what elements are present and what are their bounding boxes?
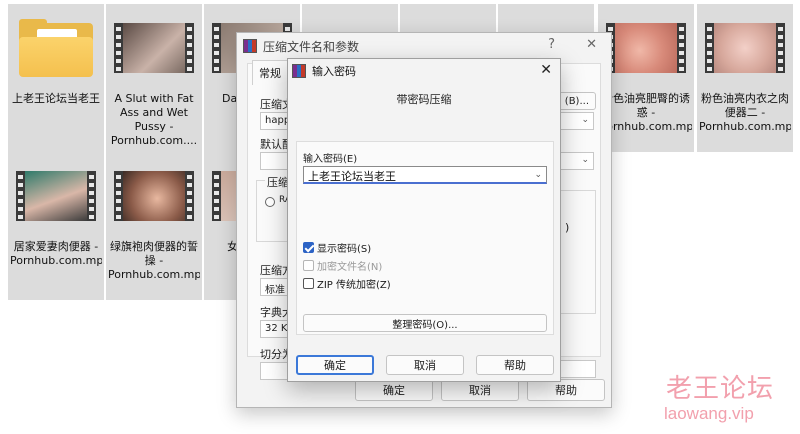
dialog-title: 输入密码 [312, 65, 356, 78]
zip-legacy-label: ZIP 传统加密(Z) [317, 280, 391, 291]
dialog-subtitle: 带密码压缩 [396, 93, 452, 106]
organize-passwords-button[interactable]: 整理密码(O)... [303, 314, 547, 332]
folder-icon [15, 14, 97, 82]
winrar-icon [292, 64, 306, 78]
password-label: 输入密码(E) [303, 154, 358, 165]
video-thumbnail [113, 162, 195, 230]
archive-name-dropdown[interactable]: ⌄ [560, 112, 594, 130]
show-password-label: 显示密码(S) [317, 244, 372, 255]
file-caption: 居家爱妻肉便器 - Pornhub.com.mp4 [10, 240, 102, 267]
zip-legacy-checkbox[interactable]: ZIP 传统加密(Z) [303, 276, 391, 291]
video-file-tile[interactable]: 粉色油亮内衣之肉便器二 - Pornhub.com.mp4 [697, 4, 793, 152]
file-caption: 上老王论坛当老王 [12, 92, 100, 105]
file-caption: A Slut with Fat Ass and Wet Pussy - Porn… [110, 92, 198, 147]
watermark-logo: 老王论坛 [666, 374, 775, 404]
file-caption: 粉色油亮内衣之肉便器二 - Pornhub.com.mp4 [699, 92, 791, 133]
watermark-url: laowang.vip [664, 404, 754, 423]
partial-text: ) [565, 221, 570, 234]
help-button[interactable]: 帮助 [527, 379, 605, 401]
help-button[interactable]: 帮助 [476, 355, 554, 375]
checkbox-checked-icon[interactable] [303, 242, 314, 253]
close-icon[interactable]: ✕ [540, 62, 552, 78]
cancel-button[interactable]: 取消 [441, 379, 519, 401]
encrypt-filenames-label: 加密文件名(N) [317, 262, 383, 273]
dialog-title: 压缩文件名和参数 [263, 39, 360, 54]
ok-button[interactable]: 确定 [296, 355, 374, 375]
file-caption: 绿旗袍肉便器的誓操 - Pornhub.com.mp4 [108, 240, 200, 281]
rar-radio[interactable] [265, 197, 275, 207]
checkbox-icon [303, 260, 314, 271]
video-file-tile[interactable]: 居家爱妻肉便器 - Pornhub.com.mp4 [8, 152, 104, 300]
options-group: ) [560, 190, 596, 314]
password-dialog: 输入密码 ✕ 带密码压缩 输入密码(E) 上老王论坛当老王 ⌄ 显示密码(S) … [287, 58, 561, 382]
password-value: 上老王论坛当老王 [308, 170, 396, 183]
video-thumbnail [605, 14, 687, 82]
video-thumbnail [113, 14, 195, 82]
close-icon[interactable]: ✕ [586, 37, 597, 52]
help-icon[interactable]: ? [548, 37, 555, 52]
folder-tile[interactable]: 上老王论坛当老王 [8, 4, 104, 152]
video-thumbnail [704, 14, 786, 82]
video-file-tile[interactable]: 绿旗袍肉便器的誓操 - Pornhub.com.mp4 [106, 152, 202, 300]
update-mode-dropdown[interactable]: ⌄ [560, 152, 594, 170]
cancel-button[interactable]: 取消 [386, 355, 464, 375]
password-panel: 输入密码(E) 上老王论坛当老王 ⌄ 显示密码(S) 加密文件名(N) ZIP … [296, 141, 554, 335]
encrypt-filenames-checkbox: 加密文件名(N) [303, 258, 382, 273]
parameter-field[interactable] [560, 360, 596, 378]
ok-button[interactable]: 确定 [355, 379, 433, 401]
winrar-icon [243, 39, 257, 53]
dialog-titlebar: 输入密码 [288, 59, 560, 83]
video-thumbnail [15, 162, 97, 230]
checkbox-icon[interactable] [303, 278, 314, 289]
password-input[interactable]: 上老王论坛当老王 ⌄ [303, 166, 547, 184]
file-caption: 粉色油亮肥臀的诱惑 - Pornhub.com.mp4 [600, 92, 692, 133]
video-file-tile[interactable]: 粉色油亮肥臀的诱惑 - Pornhub.com.mp4 [598, 4, 694, 152]
video-file-tile[interactable]: A Slut with Fat Ass and Wet Pussy - Porn… [106, 4, 202, 152]
show-password-checkbox[interactable]: 显示密码(S) [303, 240, 371, 255]
chevron-down-icon[interactable]: ⌄ [534, 170, 542, 180]
tab-general[interactable]: 常规 [252, 60, 288, 85]
